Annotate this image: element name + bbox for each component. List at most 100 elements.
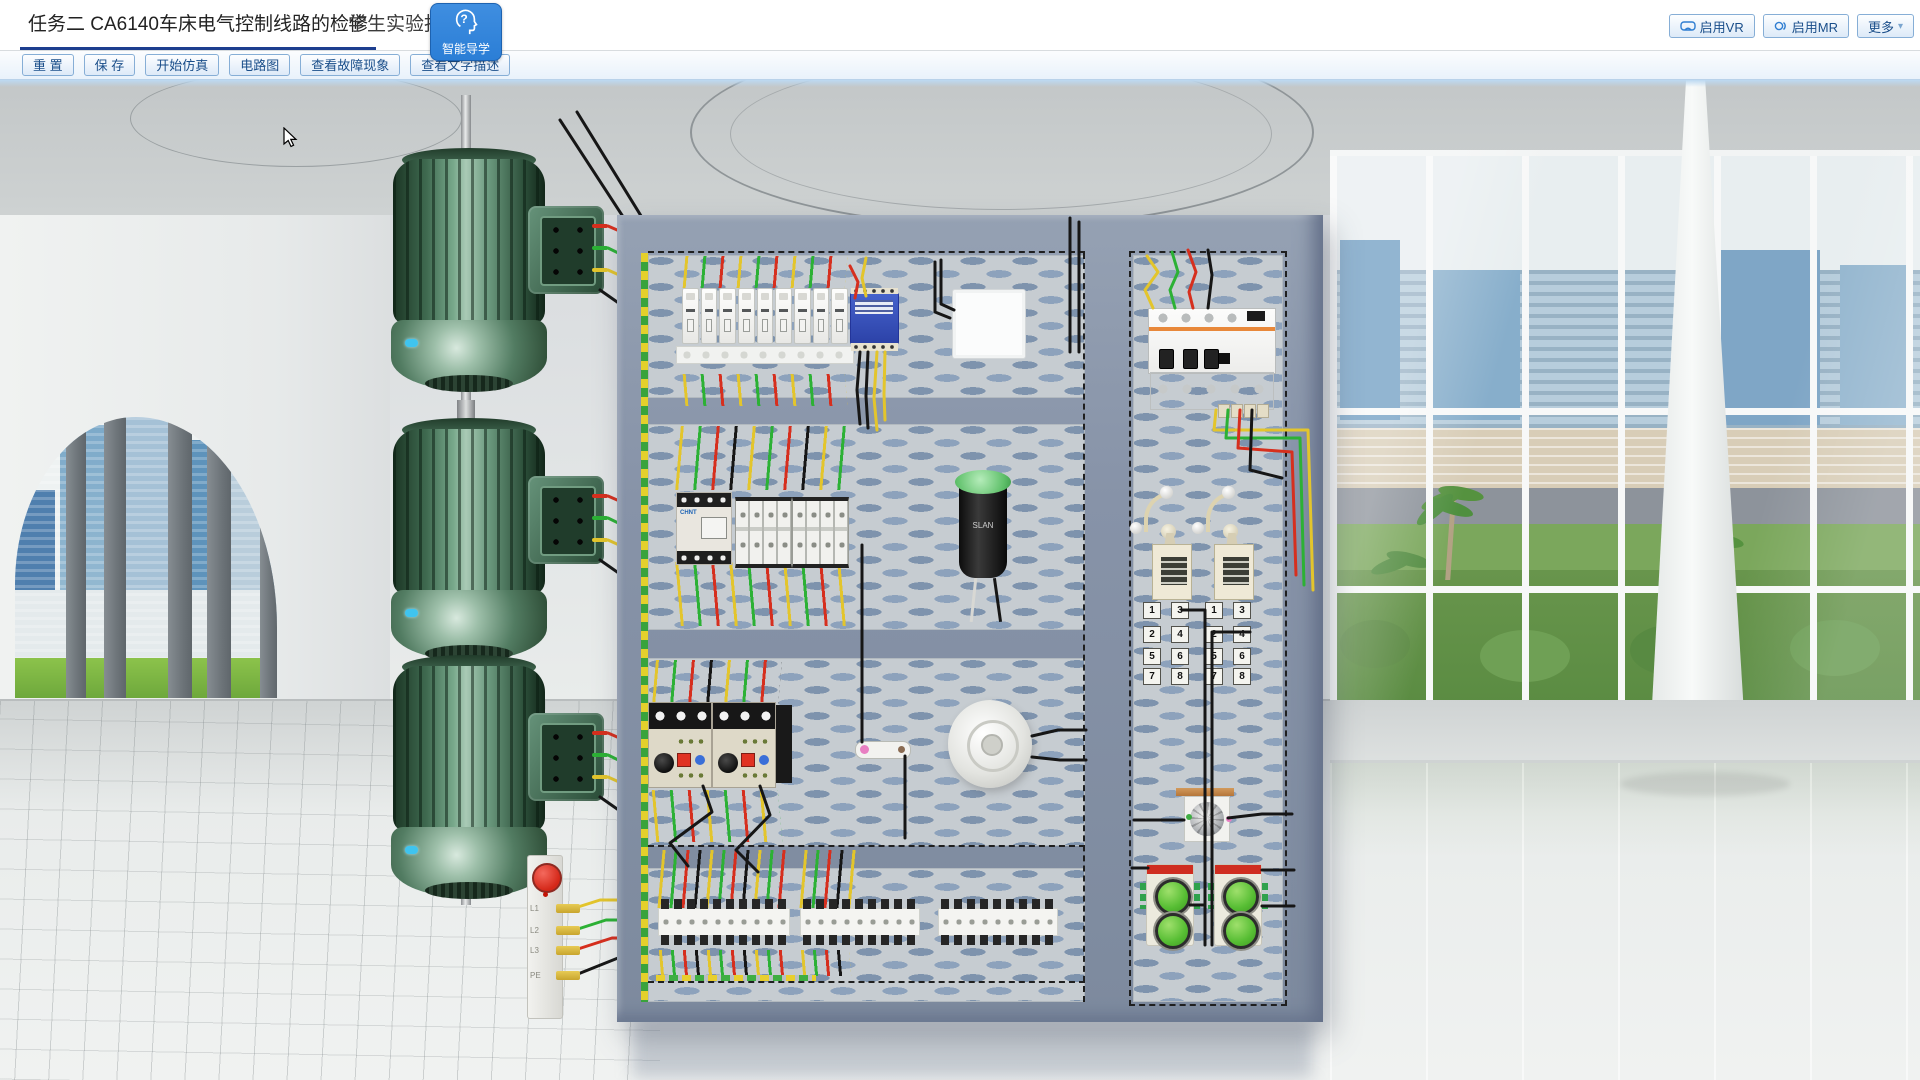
green-button[interactable]: [1223, 879, 1259, 915]
circuit-breaker[interactable]: [775, 288, 792, 344]
din-rail: [676, 346, 854, 364]
lamp-holder[interactable]: [855, 741, 911, 759]
rotary-terminal-pink: [1226, 816, 1232, 822]
terminal-number: 7: [1143, 668, 1161, 685]
indicator-lamp-body[interactable]: SLAN: [959, 483, 1007, 578]
motor-terminal-face: [540, 486, 596, 556]
circuit-breaker[interactable]: [757, 288, 774, 344]
column-shadow: [1620, 772, 1790, 796]
motor-body: [393, 159, 545, 325]
terminal-label: L3: [530, 946, 546, 955]
terminal-number: 7: [1205, 668, 1223, 685]
breaker-tab: [1218, 404, 1230, 418]
indicator-brand: SLAN: [973, 521, 994, 530]
selection-dashes: [648, 981, 1085, 983]
wire-bundle: [652, 660, 782, 704]
floor-seam: [1330, 760, 1920, 763]
motor[interactable]: [383, 655, 613, 907]
motor-body: [393, 429, 545, 595]
app-window: L1 L2 L3 PE CHNT SLAN: [0, 0, 1920, 1080]
tab-task-label: 任务二 CA6140车床电气控制线路的检修: [28, 14, 368, 35]
wire-stub-yellow: [592, 775, 608, 779]
smart-guide-button[interactable]: ? 智能导学: [430, 3, 502, 61]
circuit-diagram-button[interactable]: 电路图: [229, 54, 290, 76]
circuit-breaker[interactable]: [794, 288, 811, 344]
motor[interactable]: [383, 148, 613, 400]
pushbutton-station[interactable]: [1214, 864, 1262, 946]
circuit-breaker[interactable]: [682, 288, 699, 344]
green-button[interactable]: [1155, 913, 1191, 949]
ground-bar: [656, 975, 816, 981]
terminal-label: L1: [530, 904, 546, 913]
emergency-power-button[interactable]: [532, 863, 562, 893]
smart-guide-icon: ?: [452, 7, 480, 37]
wire-stub-red: [592, 731, 608, 735]
wire-stub-green: [592, 516, 608, 520]
fuse-block[interactable]: [792, 497, 849, 568]
junction-box[interactable]: [952, 289, 1026, 359]
start-simulation-button[interactable]: 开始仿真: [145, 54, 219, 76]
wire-bundle: [675, 562, 853, 626]
terminal-number: 4: [1233, 626, 1251, 643]
thermal-relay[interactable]: [712, 702, 776, 788]
motor[interactable]: [383, 418, 613, 670]
terminal-label: L2: [530, 926, 546, 935]
wire-stub-red: [592, 224, 608, 228]
terminal-number: 5: [1205, 648, 1223, 665]
lug-black: [556, 971, 580, 980]
vr-goggles-icon: [1680, 21, 1696, 32]
alarm-bell[interactable]: [948, 700, 1032, 788]
wire-bundle: [659, 950, 789, 978]
relay-side-block: [774, 705, 792, 783]
terminal-number: 3: [1233, 602, 1251, 619]
terminal-number: 1: [1143, 602, 1161, 619]
shaft-coupler: [457, 400, 475, 420]
enable-mr-button[interactable]: 启用MR: [1763, 14, 1849, 38]
motor-fan-grille: [425, 375, 513, 392]
tab-task[interactable]: 任务二 CA6140车床电气控制线路的检修: [20, 0, 376, 50]
terminal-strip[interactable]: [800, 908, 920, 936]
toolbar-glow: [0, 80, 1920, 87]
wire-stub-yellow: [592, 268, 608, 272]
terminal-strip[interactable]: [938, 908, 1058, 936]
smart-guide-label: 智能导学: [431, 40, 501, 57]
motor-indicator-led: [405, 846, 418, 854]
motor-indicator-led: [405, 339, 418, 347]
reset-button[interactable]: 重 置: [22, 54, 74, 76]
circuit-breaker[interactable]: [719, 288, 736, 344]
fuse-block[interactable]: [735, 497, 792, 568]
more-button[interactable]: 更多 ▾: [1857, 14, 1914, 38]
wire-stub-green: [592, 246, 608, 250]
green-button[interactable]: [1155, 879, 1191, 915]
rotary-bracket: [1176, 788, 1234, 796]
limit-switch[interactable]: [1152, 486, 1190, 598]
green-button[interactable]: [1223, 913, 1259, 949]
enable-vr-button[interactable]: 启用VR: [1669, 14, 1755, 38]
circuit-breaker[interactable]: [738, 288, 755, 344]
contactor[interactable]: CHNT: [676, 492, 732, 565]
wire-bundle: [801, 950, 851, 976]
indicator-lamp-green[interactable]: [955, 470, 1011, 494]
power-module[interactable]: [850, 293, 899, 344]
contactor-brand: CHNT: [680, 510, 697, 516]
mouse-cursor: [283, 127, 299, 149]
power-feed-strip[interactable]: L1 L2 L3 PE: [527, 855, 563, 1019]
view-fault-button[interactable]: 查看故障现象: [300, 54, 400, 76]
thermal-relay[interactable]: [648, 702, 712, 788]
arch-window: [15, 417, 277, 698]
terminal-strip[interactable]: [658, 908, 790, 936]
circuit-breaker[interactable]: [701, 288, 718, 344]
circuit-breaker[interactable]: [831, 288, 848, 344]
pushbutton-station[interactable]: [1146, 864, 1194, 946]
toolbar: 重 置 保 存 开始仿真 电路图 查看故障现象 查看文字描述: [0, 50, 1920, 80]
circuit-breaker[interactable]: [813, 288, 830, 344]
terminal-number: 2: [1205, 626, 1223, 643]
limit-switch[interactable]: [1214, 486, 1252, 598]
hazard-stripe: [641, 253, 648, 1002]
terminal-number: 8: [1233, 668, 1251, 685]
main-breaker-rcbo[interactable]: [1148, 308, 1276, 374]
terminal-number: 6: [1233, 648, 1251, 665]
terminal-number: 4: [1171, 626, 1189, 643]
save-button[interactable]: 保 存: [84, 54, 136, 76]
terminal-number: 8: [1171, 668, 1189, 685]
